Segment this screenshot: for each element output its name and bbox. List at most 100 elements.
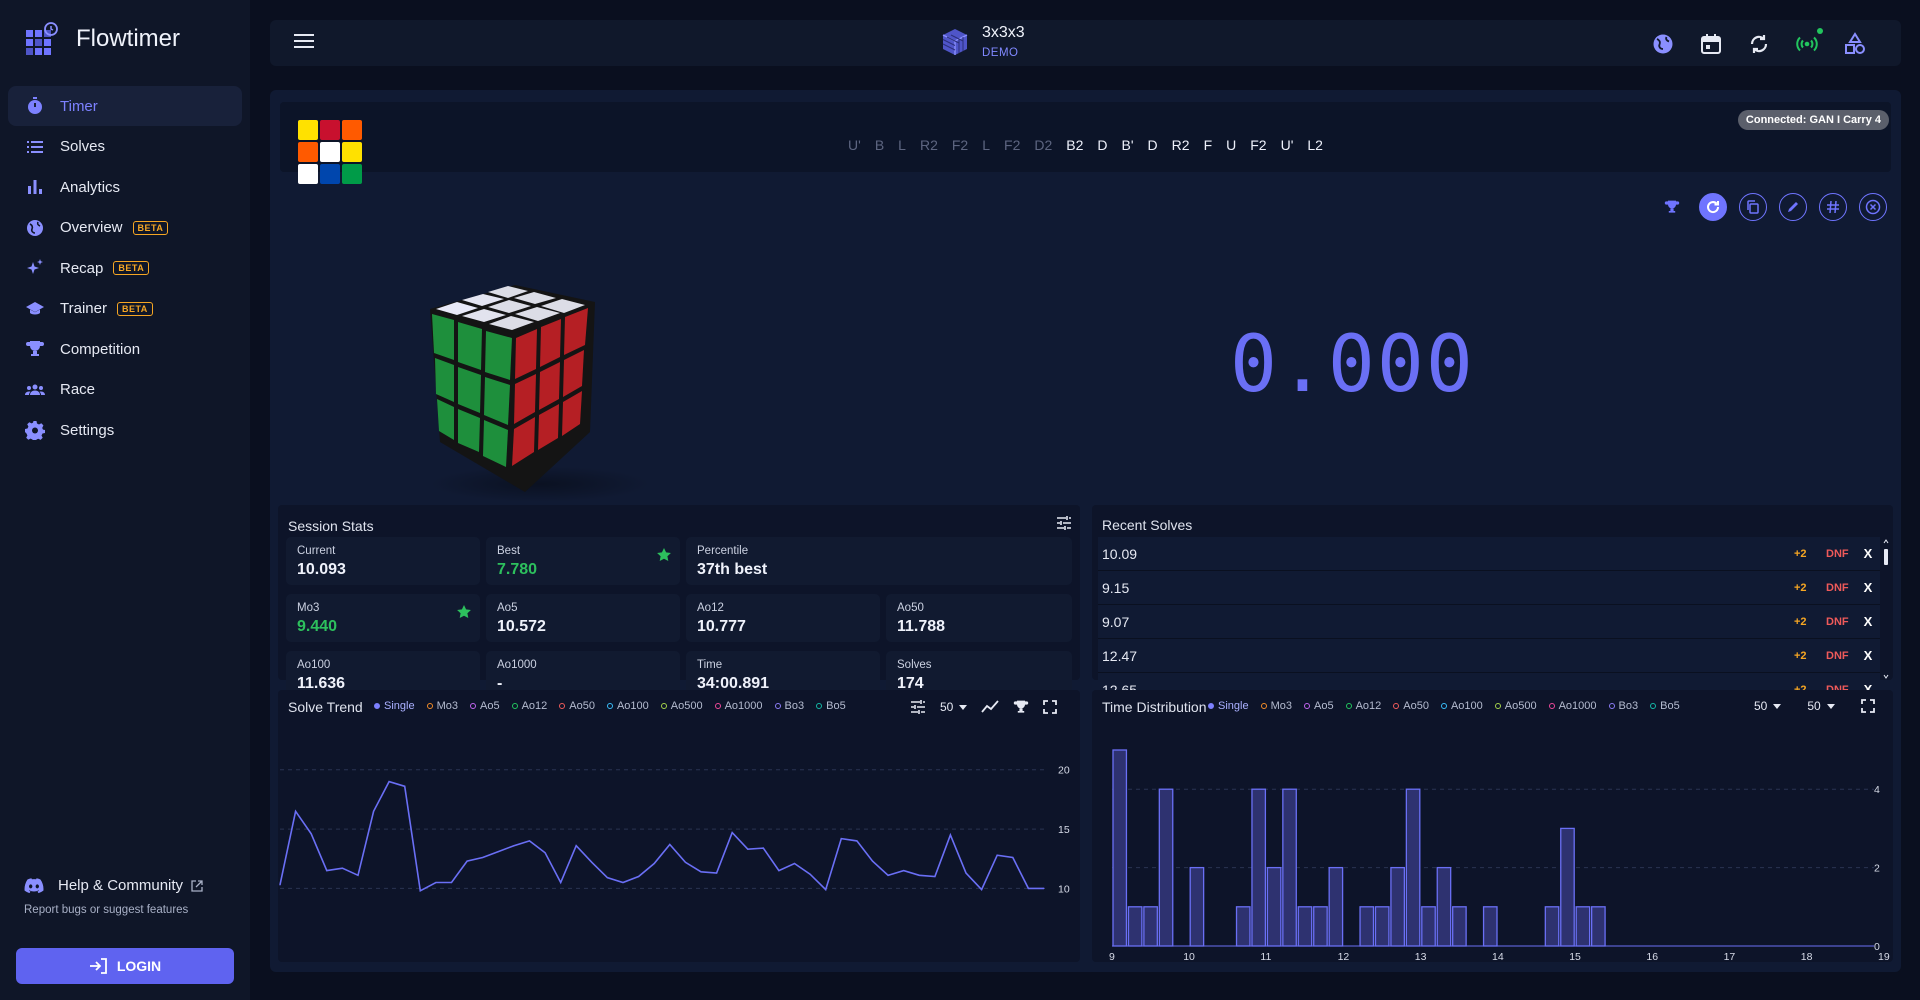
scramble-move: B — [874, 137, 885, 153]
sidebar-item-trainer[interactable]: Trainer BETA — [8, 289, 242, 329]
sidebar-item-competition[interactable]: Competition — [8, 329, 242, 369]
plus-two-button[interactable]: +2 — [1794, 582, 1826, 594]
legend-label: Bo5 — [1660, 700, 1680, 712]
legend-item-ao50[interactable]: Ao50 — [1393, 700, 1429, 712]
menu-toggle-button[interactable] — [294, 34, 314, 52]
data-point — [466, 860, 468, 862]
y-tick-label: 10 — [1058, 883, 1070, 895]
sidebar-item-overview[interactable]: Overview BETA — [8, 208, 242, 248]
plus-two-button[interactable]: +2 — [1794, 548, 1826, 560]
fullscreen-icon[interactable] — [1043, 700, 1058, 714]
edit-scramble-button[interactable] — [1779, 193, 1807, 221]
plus-two-button[interactable]: +2 — [1794, 616, 1826, 628]
stat-ao50[interactable]: Ao50 11.788 — [886, 594, 1072, 642]
legend-item-ao5[interactable]: Ao5 — [469, 700, 500, 712]
stat-label: Ao50 — [897, 602, 924, 614]
legend-item-bo3[interactable]: Bo3 — [774, 700, 804, 712]
puzzle-selector[interactable]: 3x3x3 DEMO — [940, 24, 1025, 59]
stat-ao12[interactable]: Ao12 10.777 — [686, 594, 880, 642]
legend-item-mo3[interactable]: Mo3 — [426, 700, 458, 712]
legend-item-ao1000[interactable]: Ao1000 — [1548, 700, 1597, 712]
legend-item-ao500[interactable]: Ao500 — [660, 700, 703, 712]
legend-item-bo5[interactable]: Bo5 — [816, 700, 846, 712]
recent-solve-row[interactable]: 9.15 +2 DNF X — [1098, 571, 1880, 605]
stats-settings-icon[interactable] — [1056, 515, 1072, 531]
cube-3d-view[interactable] — [410, 252, 670, 502]
data-point — [497, 851, 499, 853]
data-point — [450, 881, 453, 884]
sidebar-item-solves[interactable]: Solves — [8, 127, 242, 167]
legend-item-single[interactable]: Single — [374, 700, 415, 712]
sidebar-item-recap[interactable]: Recap BETA — [8, 248, 242, 288]
time-distribution-chart[interactable]: 0249 10 11 12 13 14 15 16 17 18 19 — [1092, 724, 1893, 960]
legend-item-ao100[interactable]: Ao100 — [606, 700, 649, 712]
overview-button[interactable] — [1651, 32, 1675, 56]
solve-trend-chart[interactable]: 10 15 20 — [278, 724, 1080, 960]
legend-label: Ao50 — [1403, 700, 1429, 712]
enter-time-button[interactable] — [1819, 193, 1847, 221]
data-point — [638, 875, 640, 878]
dnf-button[interactable]: DNF — [1826, 582, 1856, 594]
legend-item-ao100[interactable]: Ao100 — [1440, 700, 1483, 712]
stat-label: Ao1000 — [497, 659, 537, 671]
new-scramble-button[interactable] — [1699, 193, 1727, 221]
timer-display[interactable]: 0.000 — [1230, 320, 1475, 410]
scramble-text[interactable]: U' B L R2 F2 L F2 D2 B2 D B' D R2 F U F2 U' L2 — [280, 137, 1891, 153]
stat-current[interactable]: Current 10.093 — [286, 537, 480, 585]
stat-ao5[interactable]: Ao5 10.572 — [486, 594, 680, 642]
plus-two-button[interactable]: +2 — [1794, 650, 1826, 662]
copy-scramble-button[interactable] — [1739, 193, 1767, 221]
sync-button[interactable] — [1747, 32, 1771, 56]
legend-item-single[interactable]: Single — [1208, 700, 1249, 712]
legend-item-ao12[interactable]: Ao12 — [1345, 700, 1381, 712]
sidebar-item-race[interactable]: Race — [8, 370, 242, 410]
legend-item-bo3[interactable]: Bo3 — [1608, 700, 1638, 712]
sparkle-icon — [27, 259, 43, 274]
legend-item-ao50[interactable]: Ao50 — [559, 700, 595, 712]
legend-item-ao12[interactable]: Ao12 — [511, 700, 547, 712]
delete-solve-button[interactable]: X — [1856, 546, 1880, 561]
stat-label: Ao5 — [497, 602, 518, 614]
copy-icon — [1747, 200, 1759, 214]
trend-line-icon[interactable] — [981, 700, 1000, 714]
dismiss-button[interactable] — [1859, 193, 1887, 221]
filter-settings-icon[interactable] — [910, 699, 926, 715]
legend-item-ao1000[interactable]: Ao1000 — [714, 700, 763, 712]
calendar-button[interactable] — [1699, 32, 1723, 56]
legend-item-ao5[interactable]: Ao5 — [1303, 700, 1334, 712]
stat-best[interactable]: Best 7.780 — [486, 537, 680, 585]
scrollbar[interactable] — [1883, 539, 1889, 679]
stat-mo3[interactable]: Mo3 9.440 — [286, 594, 480, 642]
delete-solve-button[interactable]: X — [1856, 580, 1880, 595]
recent-solve-row[interactable]: 12.47 +2 DNF X — [1098, 639, 1880, 673]
personal-best-button[interactable] — [1661, 196, 1683, 218]
legend-item-mo3[interactable]: Mo3 — [1260, 700, 1292, 712]
login-button[interactable]: LOGIN — [16, 948, 234, 984]
trophy-icon[interactable] — [1013, 699, 1029, 715]
data-point — [513, 845, 515, 847]
brand[interactable]: Flowtimer — [24, 22, 180, 56]
delete-solve-button[interactable]: X — [1856, 614, 1880, 629]
dnf-button[interactable]: DNF — [1826, 650, 1856, 662]
sidebar-item-analytics[interactable]: Analytics — [8, 167, 242, 207]
distribution-bins-select[interactable]: 50 — [1807, 699, 1835, 713]
distribution-count-select[interactable]: 50 — [1754, 699, 1782, 713]
delete-solve-button[interactable]: X — [1856, 648, 1880, 663]
stat-percentile[interactable]: Percentile 37th best — [686, 537, 1072, 585]
trend-count-select[interactable]: 50 — [940, 700, 968, 714]
dnf-button[interactable]: DNF — [1826, 548, 1856, 560]
recent-solve-row[interactable]: 10.09 +2 DNF X — [1098, 537, 1880, 571]
trophy-icon — [1664, 200, 1680, 213]
puzzle-types-button[interactable] — [1843, 32, 1867, 56]
dnf-button[interactable]: DNF — [1826, 616, 1856, 628]
bluetooth-connection-button[interactable] — [1795, 28, 1823, 56]
legend-item-bo5[interactable]: Bo5 — [1650, 700, 1680, 712]
fullscreen-icon[interactable] — [1860, 699, 1875, 713]
legend-item-ao500[interactable]: Ao500 — [1494, 700, 1537, 712]
help-community-link[interactable]: Help & Community — [24, 877, 217, 894]
sidebar-item-settings[interactable]: Settings — [8, 410, 242, 450]
scramble-move: U' — [848, 137, 861, 153]
sidebar-item-timer[interactable]: Timer — [8, 86, 242, 126]
recent-solve-row[interactable]: 9.07 +2 DNF X — [1098, 605, 1880, 639]
data-point — [404, 785, 406, 787]
